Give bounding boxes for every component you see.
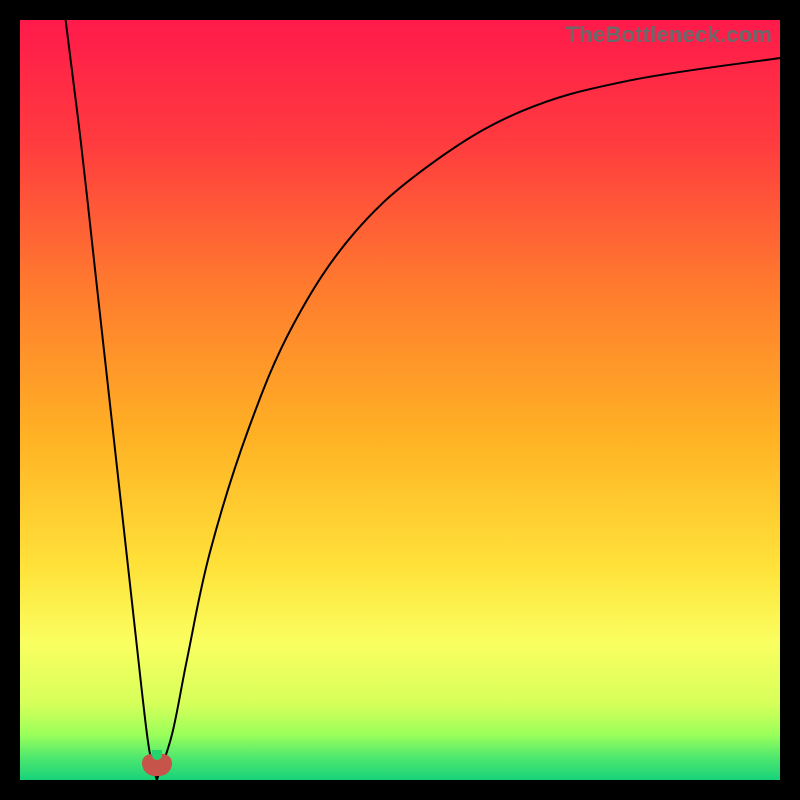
watermark-label: TheBottleneck.com [566, 22, 772, 48]
curve-layer [20, 20, 780, 780]
curve-left-branch [66, 20, 157, 780]
bottleneck-marker [142, 754, 172, 776]
plot-area: TheBottleneck.com [20, 20, 780, 780]
curve-right-branch [157, 58, 780, 780]
outer-frame: TheBottleneck.com [0, 0, 800, 800]
